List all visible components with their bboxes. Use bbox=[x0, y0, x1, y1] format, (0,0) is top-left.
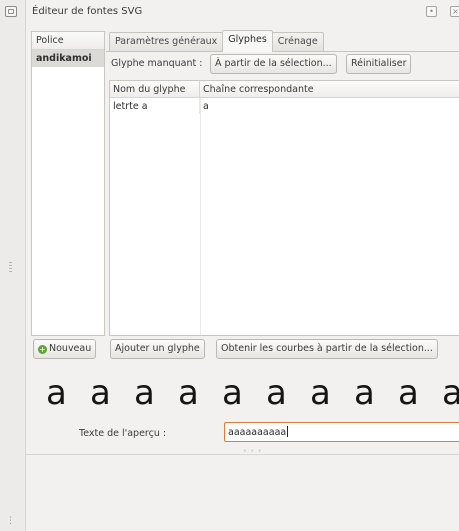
glyph-preview: a a a a a a a a a a bbox=[26, 368, 459, 418]
preview-text-value: aaaaaaaaaa bbox=[228, 427, 287, 438]
glyph-table: Nom du glyphe Chaîne correspondante letr… bbox=[109, 80, 459, 336]
dialog-titlebar: Éditeur de fontes SVG • × bbox=[26, 0, 459, 24]
preview-glyph: a bbox=[90, 373, 111, 413]
font-list-item[interactable]: andikamoi bbox=[32, 50, 104, 67]
text-caret bbox=[287, 426, 289, 437]
dock-bottom-handle-icon[interactable]: ⋮ bbox=[6, 516, 18, 528]
missing-from-selection-button[interactable]: À partir de la sélection... bbox=[210, 54, 337, 74]
preview-glyph: a bbox=[46, 373, 67, 413]
missing-glyph-label: Glyphe manquant : bbox=[111, 58, 203, 69]
get-curves-button[interactable]: Obtenir les courbes à partir de la sélec… bbox=[216, 339, 438, 359]
preview-glyph: a bbox=[442, 373, 459, 413]
font-list: Police andikamoi bbox=[31, 31, 105, 336]
glyph-name-cell[interactable]: letrte a bbox=[110, 98, 200, 114]
divider bbox=[26, 454, 459, 455]
font-list-header: Police bbox=[32, 32, 104, 50]
resize-grip[interactable] bbox=[9, 262, 12, 272]
preview-glyph: a bbox=[178, 373, 199, 413]
add-glyph-button[interactable]: Ajouter un glyphe bbox=[110, 339, 205, 359]
column-matching-string[interactable]: Chaîne correspondante bbox=[200, 81, 317, 97]
preview-glyph: a bbox=[266, 373, 287, 413]
glyph-string-cell[interactable]: a bbox=[200, 98, 212, 114]
column-divider bbox=[200, 98, 201, 335]
new-font-label: Nouveau bbox=[49, 343, 92, 354]
iconify-button[interactable]: • bbox=[426, 6, 437, 17]
dock-window-icon[interactable] bbox=[5, 6, 17, 17]
preview-glyph: a bbox=[134, 373, 155, 413]
preview-text-input[interactable]: aaaaaaaaaa bbox=[224, 422, 459, 442]
plus-icon: + bbox=[38, 345, 47, 354]
reset-button[interactable]: Réinitialiser bbox=[346, 54, 412, 74]
tab-kerning[interactable]: Crénage bbox=[271, 32, 324, 52]
tab-general-settings[interactable]: Paramètres généraux bbox=[109, 32, 224, 52]
tab-glyphs[interactable]: Glyphes bbox=[222, 30, 273, 52]
column-glyph-name[interactable]: Nom du glyphe bbox=[110, 81, 200, 97]
preview-text-label: Texte de l'aperçu : bbox=[79, 428, 167, 439]
close-icon[interactable]: × bbox=[450, 6, 459, 17]
tab-bar: Paramètres généraux Glyphes Crénage bbox=[109, 30, 324, 52]
preview-glyph: a bbox=[222, 373, 243, 413]
dialog-title: Éditeur de fontes SVG bbox=[32, 6, 143, 17]
table-row[interactable]: letrte a a bbox=[110, 98, 459, 114]
dock-rail: ⋮ bbox=[0, 0, 26, 531]
preview-glyph: a bbox=[354, 373, 375, 413]
preview-glyph: a bbox=[310, 373, 331, 413]
new-font-button[interactable]: + Nouveau bbox=[33, 339, 97, 359]
preview-glyph: a bbox=[398, 373, 419, 413]
glyph-table-header: Nom du glyphe Chaîne correspondante bbox=[110, 81, 459, 98]
